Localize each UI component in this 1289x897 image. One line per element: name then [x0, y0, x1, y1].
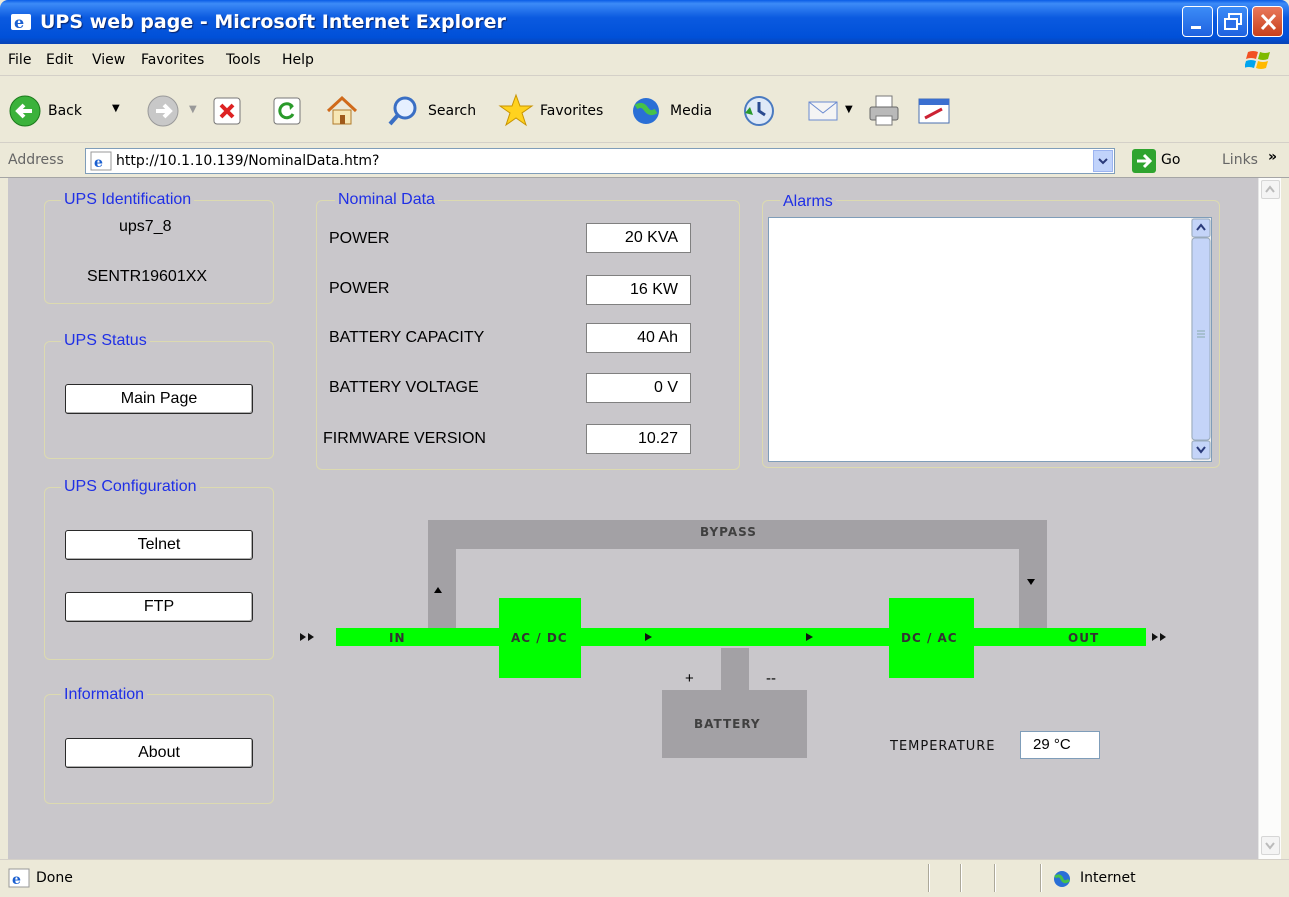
battery-connector	[721, 648, 749, 690]
status-divider	[928, 864, 930, 892]
page-scrollbar[interactable]	[1258, 178, 1281, 859]
page-done-icon: e	[8, 868, 30, 888]
menu-file[interactable]: File	[8, 52, 31, 68]
dcac-label: DC / AC	[901, 631, 958, 645]
address-label: Address	[8, 152, 64, 168]
close-button[interactable]	[1252, 6, 1283, 37]
menu-favorites[interactable]: Favorites	[141, 52, 204, 68]
links-label[interactable]: Links	[1222, 152, 1258, 168]
menu-view[interactable]: View	[92, 52, 125, 68]
chevron-down-icon: ▼	[112, 103, 120, 114]
maximize-button[interactable]	[1217, 6, 1248, 37]
media-button[interactable]: Media	[630, 93, 730, 129]
toolbar: Back ▼ ▼ Search Favorites Media ▼	[0, 77, 1289, 143]
temperature-label: TEMPERATURE	[890, 739, 996, 754]
search-button[interactable]: Search	[386, 93, 486, 129]
chevron-down-icon	[1098, 158, 1108, 165]
minimize-button[interactable]	[1182, 6, 1213, 37]
mail-icon[interactable]	[806, 93, 842, 129]
status-text: Done	[36, 870, 73, 886]
status-divider	[994, 864, 996, 892]
star-icon	[498, 93, 534, 127]
address-input[interactable]: e http://10.1.10.139/NominalData.htm?	[85, 148, 1115, 174]
chevron-down-icon: ▼	[845, 104, 853, 115]
favorites-label: Favorites	[540, 103, 604, 119]
chevron-up-icon	[1265, 185, 1275, 193]
history-icon[interactable]	[741, 93, 777, 129]
menu-help[interactable]: Help	[282, 52, 314, 68]
input-arrow-icon	[300, 633, 314, 641]
in-label: IN	[389, 631, 406, 645]
output-arrow-icon	[1152, 633, 1166, 641]
internet-globe-icon	[1054, 871, 1070, 887]
security-zone: Internet	[1080, 870, 1136, 886]
media-label: Media	[670, 103, 713, 119]
print-icon[interactable]	[866, 93, 902, 129]
menu-bar: File Edit View Favorites Tools Help	[0, 44, 1289, 76]
page-icon: e	[90, 151, 112, 171]
media-globe-icon	[633, 98, 659, 124]
svg-text:e: e	[94, 155, 103, 171]
scroll-down-button[interactable]	[1261, 836, 1280, 855]
back-arrow-icon	[9, 95, 41, 127]
bypass-right-bar	[1019, 520, 1047, 628]
back-button[interactable]: Back ▼	[8, 93, 128, 129]
home-icon[interactable]	[324, 93, 360, 129]
page-content: UPS Identification ups7_8 SENTR19601XX U…	[8, 178, 1258, 859]
out-label: OUT	[1068, 631, 1100, 645]
svg-text:e: e	[12, 872, 21, 888]
battery-plus-label: +	[685, 670, 694, 687]
search-icon	[388, 96, 417, 126]
chevron-down-icon: ▼	[189, 104, 197, 115]
favorites-button[interactable]: Favorites	[498, 93, 620, 129]
temperature-value: 29 °C	[1020, 731, 1100, 759]
refresh-icon[interactable]	[272, 96, 302, 126]
status-bar: e Done Internet	[0, 859, 1289, 897]
restore-icon	[1224, 13, 1242, 30]
search-label: Search	[428, 103, 477, 119]
bypass-left-bar	[428, 520, 456, 628]
address-url: http://10.1.10.139/NominalData.htm?	[116, 153, 380, 169]
menu-edit[interactable]: Edit	[46, 52, 73, 68]
back-label: Back	[48, 103, 82, 119]
ie-icon: e	[11, 13, 31, 32]
status-divider	[1040, 864, 1042, 892]
address-dropdown-button[interactable]	[1093, 150, 1113, 172]
chevron-down-icon	[1265, 842, 1275, 850]
battery-label: BATTERY	[694, 717, 761, 731]
go-label: Go	[1161, 152, 1181, 168]
forward-arrow-icon[interactable]	[146, 94, 180, 128]
close-icon	[1260, 13, 1277, 31]
menu-tools[interactable]: Tools	[226, 52, 261, 68]
minimize-icon	[1191, 26, 1201, 29]
chevron-right-icon[interactable]: »	[1268, 149, 1277, 165]
stop-icon[interactable]	[212, 96, 242, 126]
battery-minus-label: --	[766, 670, 776, 687]
scroll-up-button[interactable]	[1261, 180, 1280, 199]
main-power-line	[336, 628, 1146, 646]
svg-text:e: e	[14, 13, 24, 32]
acdc-label: AC / DC	[511, 631, 568, 645]
edit-icon[interactable]	[916, 93, 952, 129]
title-bar: e UPS web page - Microsoft Internet Expl…	[0, 0, 1289, 44]
window-title: UPS web page - Microsoft Internet Explor…	[40, 11, 506, 33]
windows-logo-icon	[1245, 51, 1270, 69]
bypass-label: BYPASS	[700, 525, 757, 539]
address-bar: Address e http://10.1.10.139/NominalData…	[0, 144, 1289, 178]
go-arrow-icon	[1132, 149, 1156, 173]
status-divider	[960, 864, 962, 892]
